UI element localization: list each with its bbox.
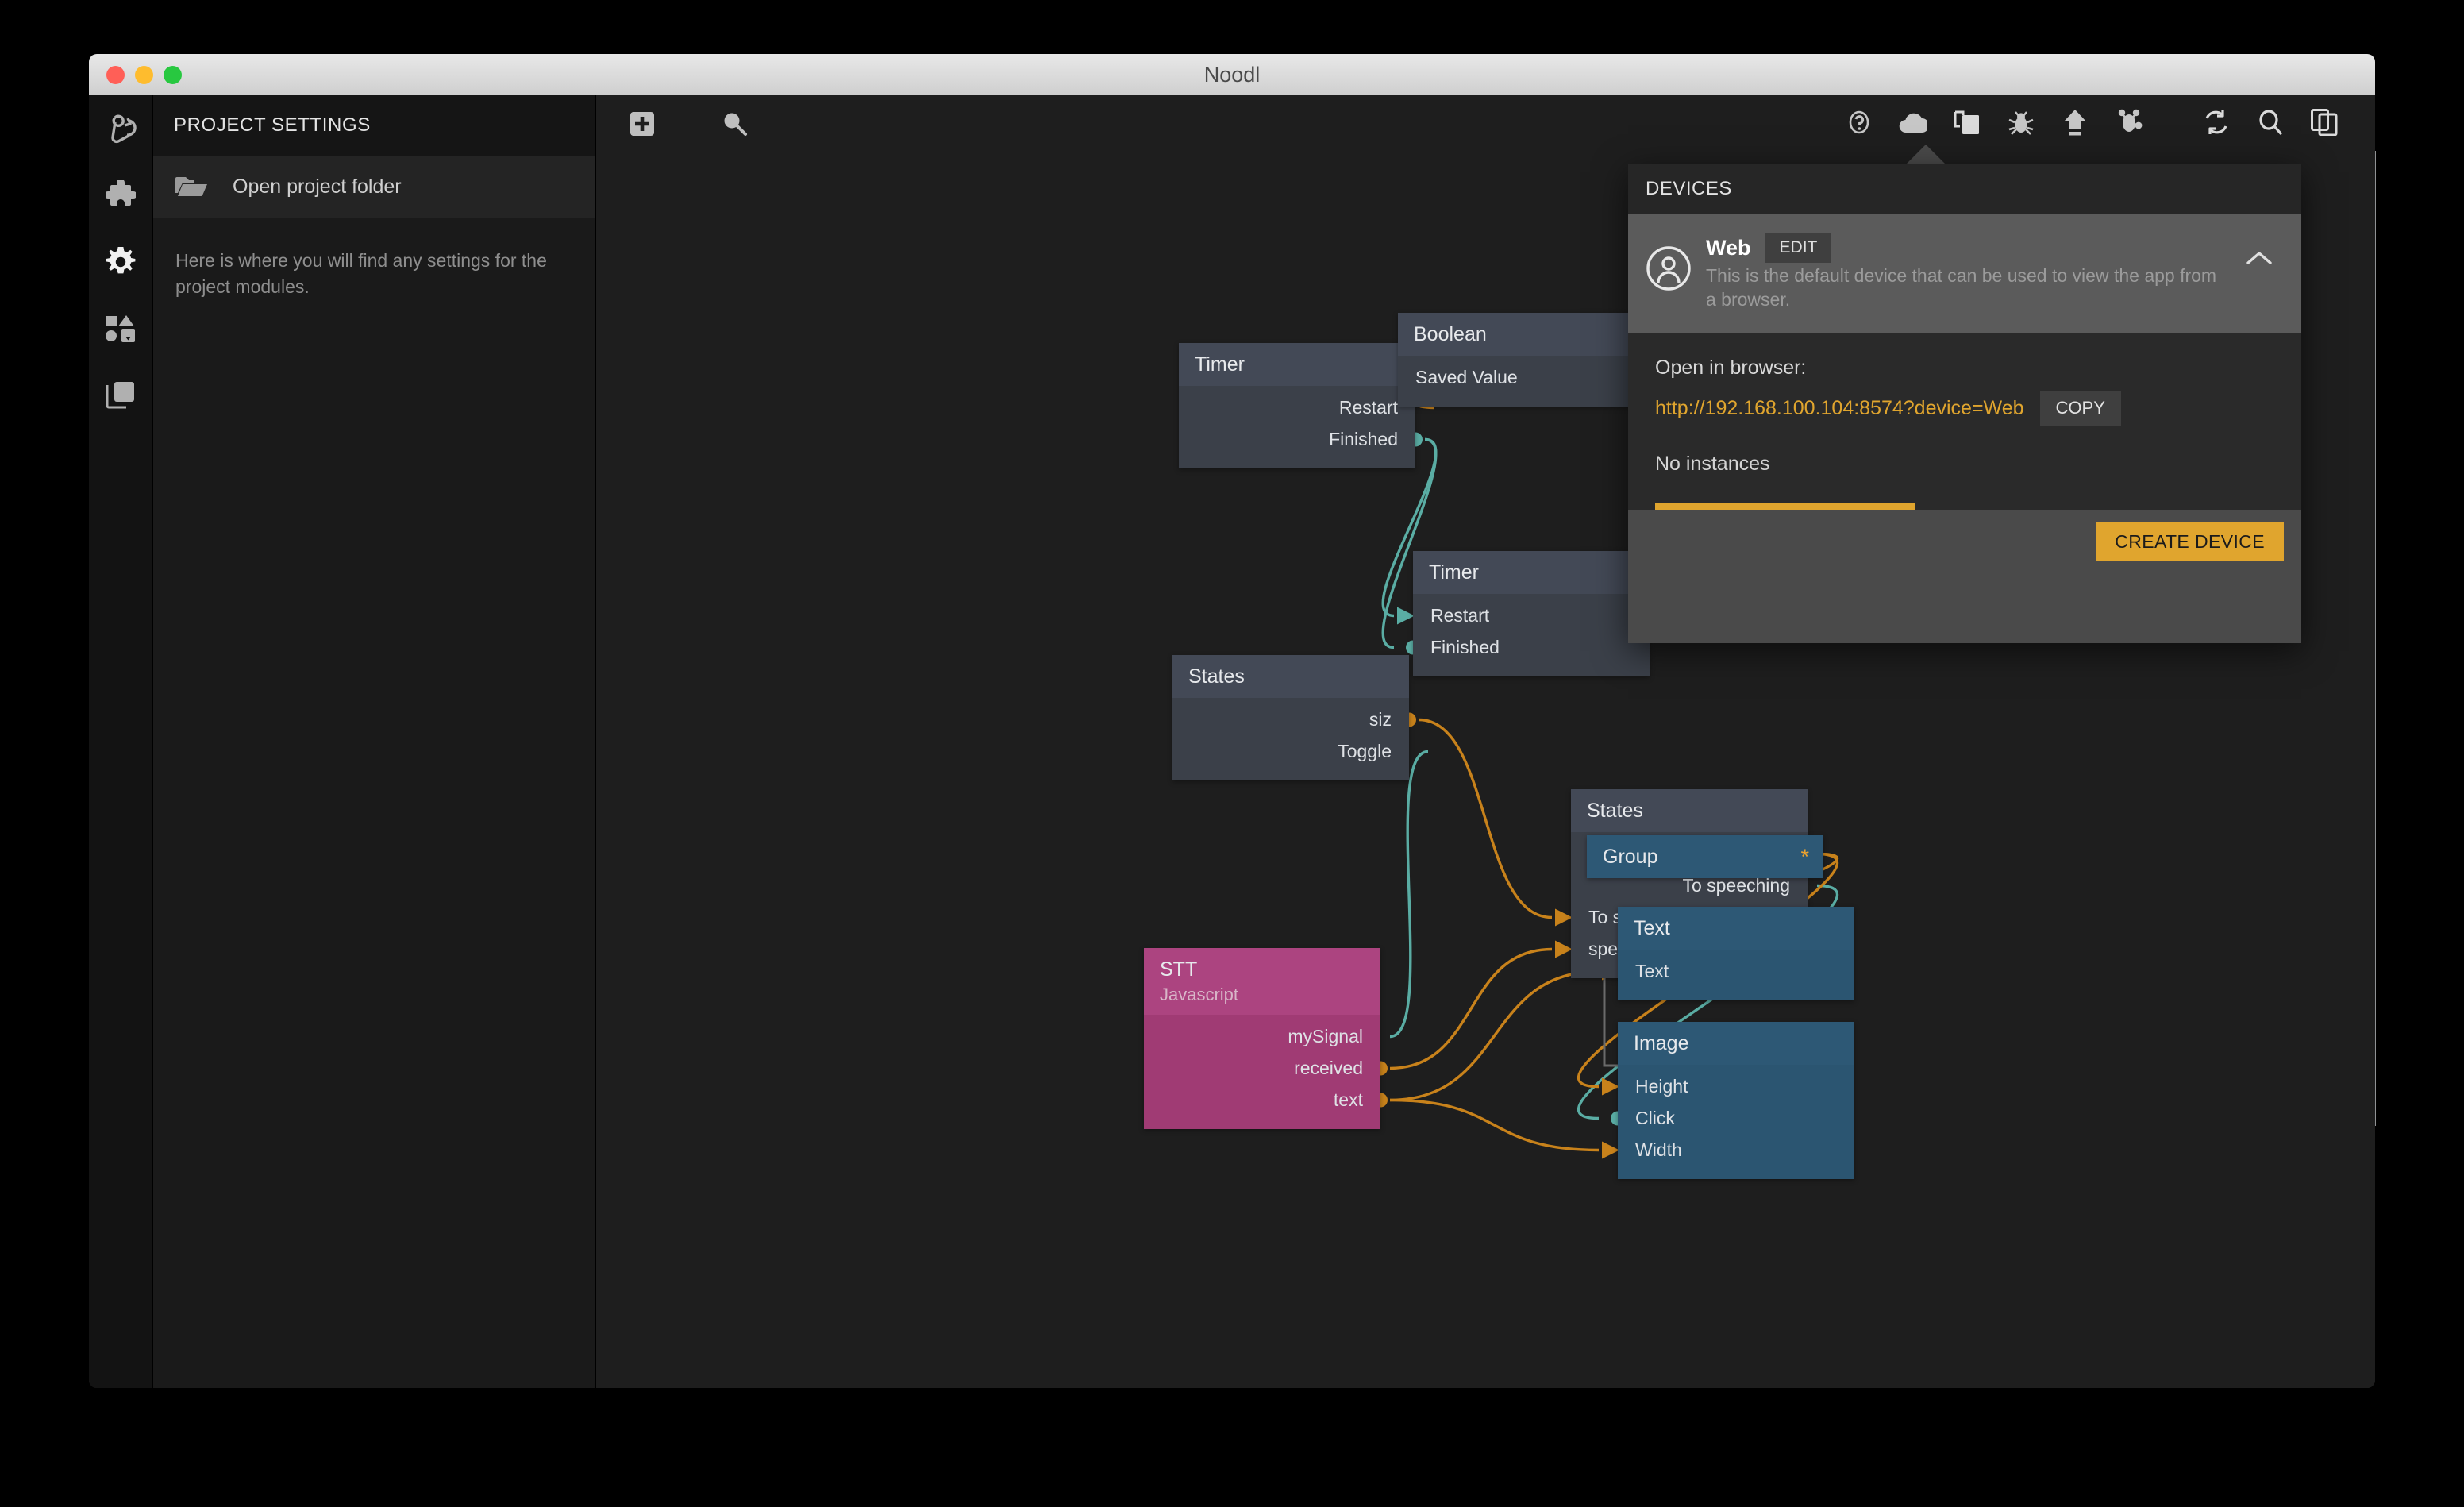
panel-description: Here is where you will find any settings… [153,218,595,301]
puzzle-icon [106,180,136,210]
search-icon[interactable] [2243,105,2297,140]
node-title: Timer [1195,354,1399,376]
deploy-icon[interactable] [2048,105,2102,140]
chevron-up-icon[interactable] [2246,250,2273,270]
graph-node-states1[interactable]: States sizToggle [1172,655,1409,780]
node-title: Group [1603,846,1808,869]
create-device-button[interactable]: CREATE DEVICE [2096,522,2284,561]
project-settings-panel: PROJECT SETTINGS Open project folder Her… [153,95,596,1388]
left-icon-rail [89,95,153,1388]
node-port-height[interactable]: Height [1618,1071,1854,1103]
rail-item-modules[interactable] [89,162,152,229]
cloud-icon[interactable] [1886,105,1940,140]
node-title: States [1587,800,1792,823]
rail-item-components[interactable] [89,95,152,162]
node-title: Text [1634,918,1838,940]
devices-popup-footer: CREATE DEVICE [1628,510,2301,643]
node-header: STT Javascript [1144,948,1380,1015]
node-port-mysignal[interactable]: mySignal [1144,1021,1380,1053]
node-port-click[interactable]: Click [1618,1103,1854,1135]
search-canvas-button[interactable] [707,106,761,141]
folder-icon [175,175,207,198]
graph-node-stt[interactable]: STT Javascript mySignalreceivedtext [1144,948,1380,1129]
node-port-finished[interactable]: Finished [1179,424,1415,456]
help-icon[interactable] [1832,105,1886,140]
open-project-folder-label: Open project folder [233,175,402,198]
refresh-icon[interactable] [2189,105,2243,140]
add-node-button[interactable] [615,106,669,141]
node-ports: sizToggle [1172,698,1409,780]
graph-node-timer2[interactable]: Timer RestartFinished [1413,551,1650,676]
node-header: Text [1618,907,1854,950]
panels-icon[interactable] [2297,105,2351,140]
edit-device-button[interactable]: EDIT [1765,233,1832,263]
node-title: STT [1160,959,1365,981]
node-title: States [1188,666,1393,688]
node-badge-icon: * [1800,846,1809,868]
node-ports: RestartFinished [1413,594,1650,676]
node-port-text[interactable]: text [1144,1085,1380,1116]
node-port-siz[interactable]: siz [1172,704,1409,736]
device-name: Web [1706,236,1751,260]
rail-item-library[interactable] [89,295,152,362]
canvas-toolbar [596,95,2375,145]
window-title: Noodl [89,54,2375,95]
node-port-saved-value[interactable]: Saved Value [1398,362,1634,394]
node-header: Boolean [1398,313,1634,356]
window-titlebar: Noodl [89,54,2375,96]
devices-popup[interactable]: DEVICES Web EDIT This is the default dev… [1628,164,2301,643]
shapes-import-icon [106,315,136,342]
node-subtitle: Javascript [1160,985,1365,1005]
node-ports: RestartFinished [1179,386,1415,468]
node-port-text[interactable]: Text [1618,956,1854,988]
open-in-browser-label: Open in browser: [1655,357,2274,380]
graph-node-boolean1[interactable]: Boolean Saved Value [1398,313,1634,407]
rail-item-sheets[interactable] [89,362,152,429]
devices-popup-arrow [1905,145,1946,165]
graph-node-group1[interactable]: Group* [1587,835,1823,878]
node-title: Timer [1429,562,1634,584]
graph-node-image1[interactable]: Image HeightClickWidth [1618,1022,1854,1179]
node-header: States [1571,789,1808,832]
node-port-width[interactable]: Width [1618,1135,1854,1166]
device-row-web[interactable]: Web EDIT This is the default device that… [1628,214,2301,333]
debug-icon[interactable] [1994,105,2048,140]
devices-popup-title: DEVICES [1628,164,2301,214]
graph-node-timer1[interactable]: Timer RestartFinished [1179,343,1415,468]
components-icon [105,113,137,145]
screen: Hello Noodl [0,0,2464,1507]
node-port-toggle[interactable]: Toggle [1172,736,1409,768]
node-ports: HeightClickWidth [1618,1065,1854,1179]
rail-item-project-settings[interactable] [89,229,152,295]
open-project-folder-row[interactable]: Open project folder [153,156,595,218]
node-port-restart[interactable]: Restart [1179,392,1415,424]
node-header: States [1172,655,1409,698]
node-title: Boolean [1414,324,1619,346]
devices-icon[interactable] [1940,105,1994,140]
person-avatar-icon [1646,245,1692,291]
device-description: This is the default device that can be u… [1706,264,2230,312]
panel-title: PROJECT SETTINGS [153,95,595,156]
node-header: Image [1618,1022,1854,1065]
node-ports: Saved Value [1398,356,1634,407]
node-ports: mySignalreceivedtext [1144,1015,1380,1129]
node-port-finished[interactable]: Finished [1413,632,1650,664]
node-header: Timer [1413,551,1650,594]
node-title: Image [1634,1033,1838,1055]
copy-url-button[interactable]: COPY [2040,391,2121,426]
viewer-icon[interactable] [2102,105,2156,140]
node-header: Timer [1179,343,1415,386]
node-ports: Text [1618,950,1854,1000]
node-port-restart[interactable]: Restart [1413,600,1650,632]
node-header: Group* [1587,835,1823,878]
copy-layers-icon [106,380,136,410]
instances-status: No instances [1655,453,2274,476]
node-port-received[interactable]: received [1144,1053,1380,1085]
graph-node-text1[interactable]: Text Text [1618,907,1854,1000]
device-url-link[interactable]: http://192.168.100.104:8574?device=Web [1655,397,2024,420]
gear-icon [106,247,136,277]
